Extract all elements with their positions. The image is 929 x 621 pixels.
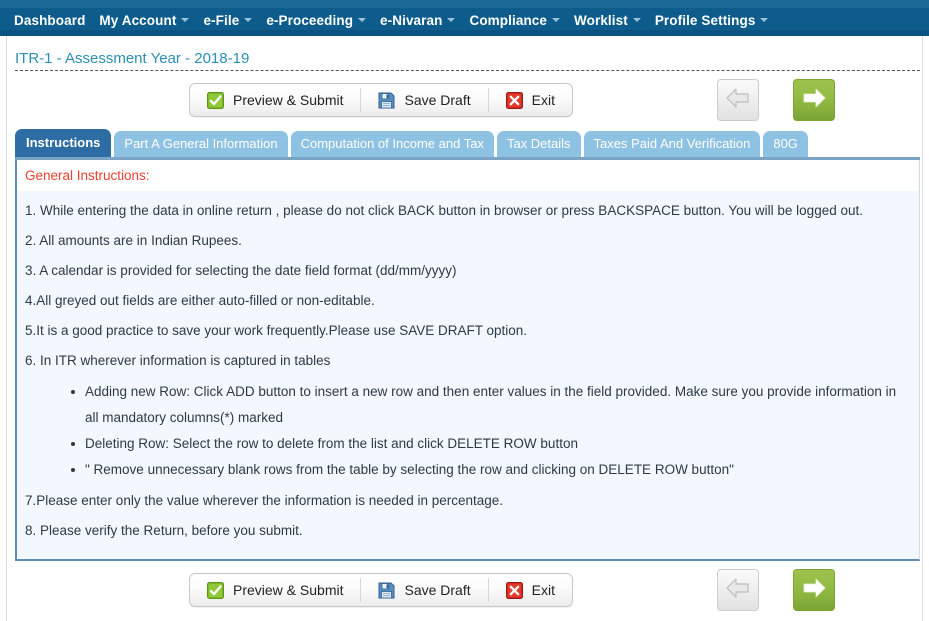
tab-taxes-paid-and-verification[interactable]: Taxes Paid And Verification — [583, 131, 761, 157]
nav-item-label: My Account — [99, 12, 177, 28]
previous-page-button-bottom[interactable] — [717, 569, 759, 611]
floppy-disk-icon — [378, 582, 395, 599]
floppy-disk-icon — [378, 92, 395, 109]
chevron-down-icon — [552, 18, 561, 22]
save-draft-button-bottom[interactable]: Save Draft — [361, 574, 487, 606]
nav-item-label: e-Proceeding — [266, 12, 354, 28]
instruction-sub-item: Deleting Row: Select the row to delete f… — [71, 431, 909, 457]
instruction-item: 8. Please verify the Return, before you … — [25, 523, 303, 538]
tab-80g[interactable]: 80G — [763, 131, 808, 157]
nav-item-e-file[interactable]: e-File — [203, 12, 253, 28]
general-instructions-heading: General Instructions: — [17, 160, 919, 191]
arrow-right-icon — [801, 86, 827, 115]
instruction-sub-item: Adding new Row: Click ADD button to inse… — [71, 379, 909, 431]
tab-instructions[interactable]: Instructions — [15, 129, 112, 157]
instructions-panel: General Instructions: 1. While entering … — [15, 160, 920, 561]
instruction-item: 3. A calendar is provided for selecting … — [25, 263, 457, 278]
tab-bar: Instructions Part A General Information Co… — [7, 129, 922, 157]
nav-item-label: Profile Settings — [654, 12, 756, 28]
preview-submit-button[interactable]: Preview & Submit — [190, 84, 360, 116]
title-divider — [15, 70, 920, 71]
instruction-item: 1. While entering the data in online ret… — [25, 203, 863, 218]
chevron-down-icon — [447, 18, 456, 22]
preview-submit-button-bottom[interactable]: Preview & Submit — [190, 574, 360, 606]
instruction-sub-list: Adding new Row: Click ADD button to inse… — [25, 379, 909, 483]
chevron-down-icon — [760, 18, 769, 22]
tab-computation-of-income-and-tax[interactable]: Computation of Income and Tax — [290, 131, 494, 157]
next-page-button-bottom[interactable] — [793, 569, 835, 611]
exit-label: Exit — [531, 92, 555, 108]
arrow-right-icon — [801, 576, 827, 605]
red-x-icon — [505, 91, 523, 109]
nav-item-label: Compliance — [469, 12, 548, 28]
nav-item-profile-settings[interactable]: Profile Settings — [655, 13, 769, 28]
instruction-item: 7.Please enter only the value wherever t… — [25, 493, 504, 508]
tab-tax-details[interactable]: Tax Details — [496, 131, 581, 157]
top-toolbar: Preview & Submit Save Draft Exit — [7, 79, 922, 127]
preview-submit-label: Preview & Submit — [233, 582, 344, 598]
nav-item-label: e-Nivaran — [380, 12, 443, 28]
nav-item-e-proceeding[interactable]: e-Proceeding — [266, 12, 367, 28]
page-title: ITR-1 - Assessment Year - 2018-19 — [15, 50, 250, 67]
page-body: ITR-1 - Assessment Year - 2018-19 Previe… — [0, 36, 929, 621]
tab-part-a-general-information[interactable]: Part A General Information — [114, 131, 288, 157]
next-page-button[interactable] — [793, 79, 835, 121]
instruction-item: 2. All amounts are in Indian Rupees. — [25, 233, 242, 248]
red-x-icon — [505, 581, 523, 599]
green-checkbox-icon — [207, 581, 224, 599]
preview-submit-label: Preview & Submit — [233, 92, 344, 108]
chevron-down-icon — [181, 18, 190, 22]
instructions-body: 1. While entering the data in online ret… — [17, 191, 919, 559]
instruction-item: 4.All greyed out fields are either auto-… — [25, 293, 375, 308]
instruction-item: 6. In ITR wherever information is captur… — [25, 353, 331, 368]
nav-item-label: Dashboard — [14, 12, 86, 28]
nav-item-compliance[interactable]: Compliance — [469, 12, 561, 28]
main-navigation-bar: Dashboard My Account e-File e-Proceeding e-N… — [0, 0, 929, 36]
exit-button[interactable]: Exit — [489, 84, 572, 116]
nav-item-label: Worklist — [574, 12, 628, 28]
action-button-group-bottom: Preview & Submit Save Draft Exit — [189, 573, 573, 607]
chevron-down-icon — [358, 18, 367, 22]
save-draft-label: Save Draft — [404, 582, 471, 598]
exit-label: Exit — [531, 582, 555, 598]
arrow-left-icon — [725, 86, 751, 115]
form-title-area: ITR-1 - Assessment Year - 2018-19 — [7, 36, 922, 70]
previous-page-button[interactable] — [717, 79, 759, 121]
save-draft-button[interactable]: Save Draft — [361, 84, 487, 116]
bottom-toolbar: Preview & Submit Save Draft Exit — [7, 569, 922, 621]
chevron-down-icon — [632, 18, 641, 22]
nav-item-worklist[interactable]: Worklist — [574, 13, 641, 28]
nav-item-label: e-File — [203, 12, 240, 28]
nav-item-e-nivaran[interactable]: e-Nivaran — [380, 12, 456, 28]
nav-item-dashboard[interactable]: Dashboard — [14, 13, 85, 28]
exit-button-bottom[interactable]: Exit — [489, 574, 572, 606]
instruction-sub-item: " Remove unnecessary blank rows from the… — [71, 457, 909, 483]
chevron-down-icon — [244, 18, 253, 22]
arrow-left-icon — [725, 576, 751, 605]
instruction-item: 5.It is a good practice to save your wor… — [25, 323, 527, 338]
green-checkbox-icon — [207, 91, 224, 109]
action-button-group: Preview & Submit Save Draft Exit — [189, 83, 573, 117]
save-draft-label: Save Draft — [404, 92, 471, 108]
nav-item-my-account[interactable]: My Account — [99, 12, 190, 28]
